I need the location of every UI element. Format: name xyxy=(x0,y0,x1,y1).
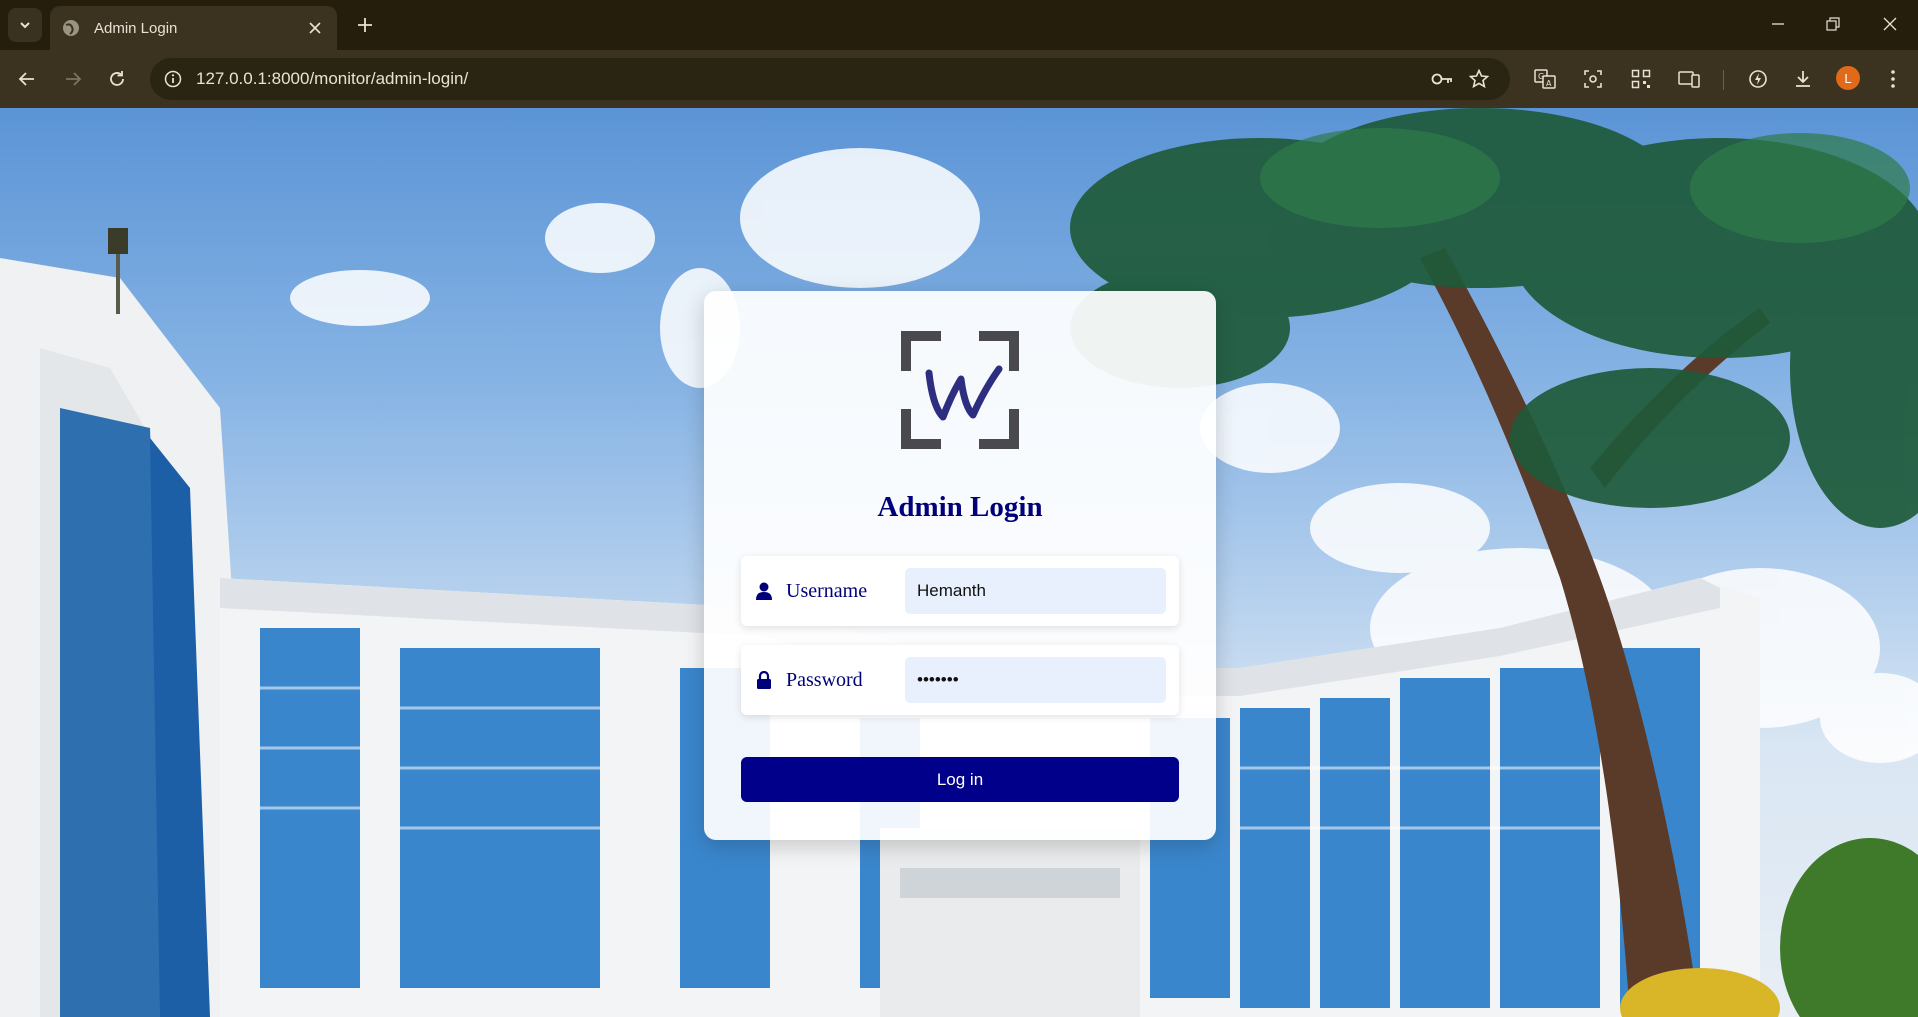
toolbar-separator xyxy=(1723,70,1724,90)
minimize-button[interactable] xyxy=(1758,8,1798,40)
tab-strip: Admin Login xyxy=(0,0,1918,50)
page-title: Admin Login xyxy=(877,491,1043,523)
tab-admin-login[interactable]: Admin Login xyxy=(50,6,337,50)
username-label: Username xyxy=(786,580,868,602)
password-input[interactable] xyxy=(905,657,1166,703)
username-input[interactable] xyxy=(905,568,1166,614)
lock-icon xyxy=(755,670,773,690)
user-icon xyxy=(755,581,773,601)
arrow-left-icon xyxy=(18,72,34,86)
star-icon[interactable] xyxy=(1466,66,1492,92)
download-icon[interactable] xyxy=(1786,62,1820,96)
arrow-right-icon xyxy=(66,72,82,86)
tab-title: Admin Login xyxy=(94,19,178,37)
url-text[interactable]: 127.0.0.1:8000/monitor/admin-login/ xyxy=(196,69,468,89)
screenshot-icon[interactable] xyxy=(1576,62,1610,96)
password-label: Password xyxy=(786,669,863,691)
page-background: Admin Login Username Password Log in xyxy=(0,108,1918,1017)
forward-button[interactable] xyxy=(56,62,90,96)
address-bar[interactable]: 127.0.0.1:8000/monitor/admin-login/ xyxy=(150,58,1510,100)
plus-icon xyxy=(358,18,372,32)
restore-button[interactable] xyxy=(1813,8,1853,40)
reload-button[interactable] xyxy=(100,62,134,96)
chevron-down-icon xyxy=(20,22,30,29)
profile-avatar[interactable]: L xyxy=(1836,66,1860,90)
close-window-button[interactable] xyxy=(1870,8,1910,40)
close-tab-icon[interactable] xyxy=(305,18,325,38)
performance-icon[interactable] xyxy=(1741,62,1775,96)
close-icon xyxy=(1883,17,1897,31)
key-icon[interactable] xyxy=(1429,66,1455,92)
translate-icon[interactable]: GA xyxy=(1528,62,1562,96)
reload-icon xyxy=(110,71,124,86)
password-field-group: Password xyxy=(741,645,1179,715)
browser-toolbar: 127.0.0.1:8000/monitor/admin-login/ GA xyxy=(0,50,1918,108)
back-button[interactable] xyxy=(10,62,44,96)
restore-icon xyxy=(1826,17,1840,31)
devices-icon[interactable] xyxy=(1672,62,1706,96)
new-tab-button[interactable] xyxy=(352,12,378,38)
site-info-icon[interactable] xyxy=(160,66,186,92)
login-card: Admin Login Username Password Log in xyxy=(704,291,1216,840)
menu-dots-icon[interactable] xyxy=(1876,62,1910,96)
svg-text:A: A xyxy=(1546,79,1552,88)
globe-icon xyxy=(62,19,80,37)
username-field-group: Username xyxy=(741,556,1179,626)
qr-code-icon[interactable] xyxy=(1624,62,1658,96)
login-button[interactable]: Log in xyxy=(741,757,1179,802)
minimize-icon xyxy=(1772,23,1784,25)
svg-text:G: G xyxy=(1538,72,1544,81)
logo xyxy=(901,331,1019,449)
tab-search-button[interactable] xyxy=(8,8,42,42)
